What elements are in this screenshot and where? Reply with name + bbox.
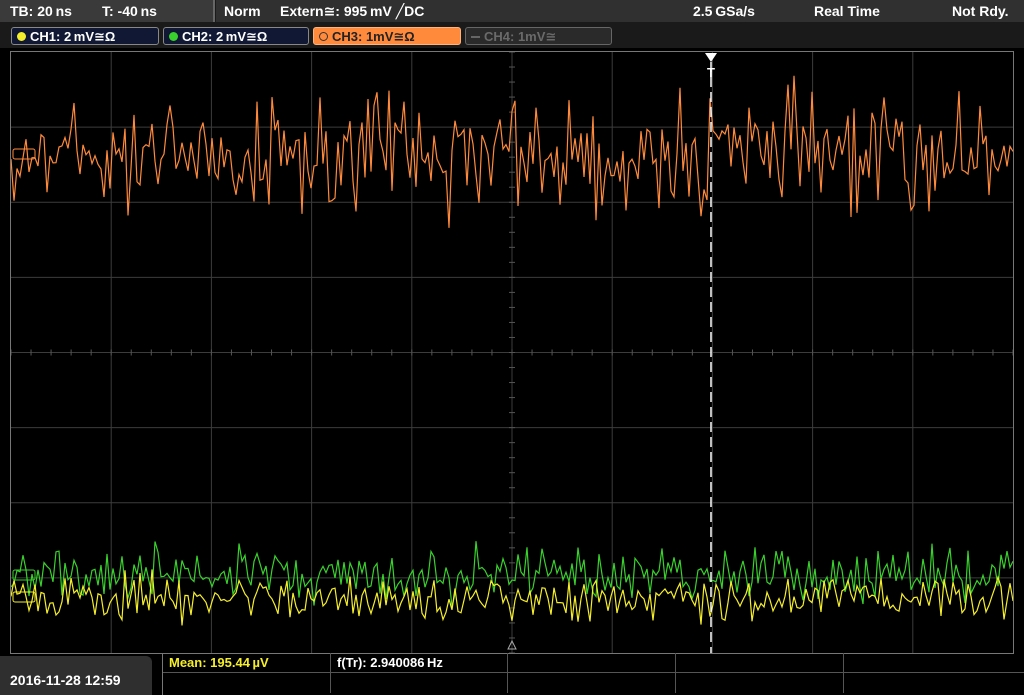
channel-tab-ch4[interactable]: CH4: 1mV≅ bbox=[465, 27, 612, 45]
measurement-slot[interactable] bbox=[331, 673, 508, 693]
acquisition-panel: Norm Extern≅: 995 mV ╱DC 2.5 GSa/s Real … bbox=[216, 0, 1024, 22]
freq-measurement[interactable]: f(Tr): 2.940086 Hz bbox=[331, 653, 508, 673]
measurement-slot[interactable] bbox=[844, 673, 1024, 693]
ch4-label: CH4: 1mV≅ bbox=[484, 29, 557, 44]
ch4-line-icon bbox=[471, 36, 480, 38]
trigger-status: Not Rdy. bbox=[952, 3, 1009, 19]
measurement-slot[interactable] bbox=[508, 673, 676, 693]
acquisition-mode[interactable]: Real Time bbox=[814, 0, 880, 22]
measurement-slot[interactable] bbox=[163, 673, 331, 693]
measurement-slot[interactable] bbox=[844, 653, 1024, 673]
status-bar: TB: 20 ns T: -40 ns Norm Extern≅: 995 mV… bbox=[0, 0, 1024, 24]
measurement-slot[interactable] bbox=[676, 653, 844, 673]
ch2-dot-icon bbox=[169, 32, 178, 41]
ch1-label: CH1: 2 mV≅Ω bbox=[30, 29, 116, 44]
channel-tab-ch3[interactable]: CH3: 1mV≅Ω bbox=[313, 27, 461, 45]
trigger-time-readout[interactable]: T: -40 ns bbox=[102, 0, 157, 22]
measurement-slot[interactable] bbox=[508, 653, 676, 673]
waveform-display[interactable]: T bbox=[10, 51, 1014, 654]
waveform-svg[interactable]: T bbox=[10, 51, 1014, 654]
ch3-dot-icon bbox=[319, 32, 328, 41]
ch2-label: CH2: 2 mV≅Ω bbox=[182, 29, 268, 44]
channel-bar: CH1: 2 mV≅Ω CH2: 2 mV≅Ω CH3: 1mV≅Ω CH4: … bbox=[0, 24, 1024, 48]
timebase-readout[interactable]: TB: 20 ns bbox=[10, 0, 72, 22]
trigger-arrow-icon[interactable] bbox=[705, 53, 717, 62]
trigger-source[interactable]: Extern≅: 995 mV ╱DC bbox=[280, 0, 424, 22]
trigger-mode[interactable]: Norm bbox=[224, 0, 261, 22]
ch1-dot-icon bbox=[17, 32, 26, 41]
timebase-panel[interactable]: TB: 20 ns T: -40 ns bbox=[0, 0, 215, 22]
channel-tab-ch1[interactable]: CH1: 2 mV≅Ω bbox=[11, 27, 159, 45]
ch3-label: CH3: 1mV≅Ω bbox=[332, 29, 415, 44]
timestamp: 2016-11-28 12:59 bbox=[10, 672, 121, 688]
graticule bbox=[10, 51, 1014, 654]
sample-rate[interactable]: 2.5 GSa/s bbox=[693, 0, 755, 22]
trigger-marker: T bbox=[707, 65, 715, 80]
measurement-panel: Mean: 195.44 µV f(Tr): 2.940086 Hz bbox=[162, 653, 1024, 695]
channel-tab-ch2[interactable]: CH2: 2 mV≅Ω bbox=[163, 27, 309, 45]
measurement-slot[interactable] bbox=[676, 673, 844, 693]
timestamp-panel: 2016-11-28 12:59 bbox=[0, 656, 152, 695]
mean-measurement[interactable]: Mean: 195.44 µV bbox=[163, 653, 331, 673]
